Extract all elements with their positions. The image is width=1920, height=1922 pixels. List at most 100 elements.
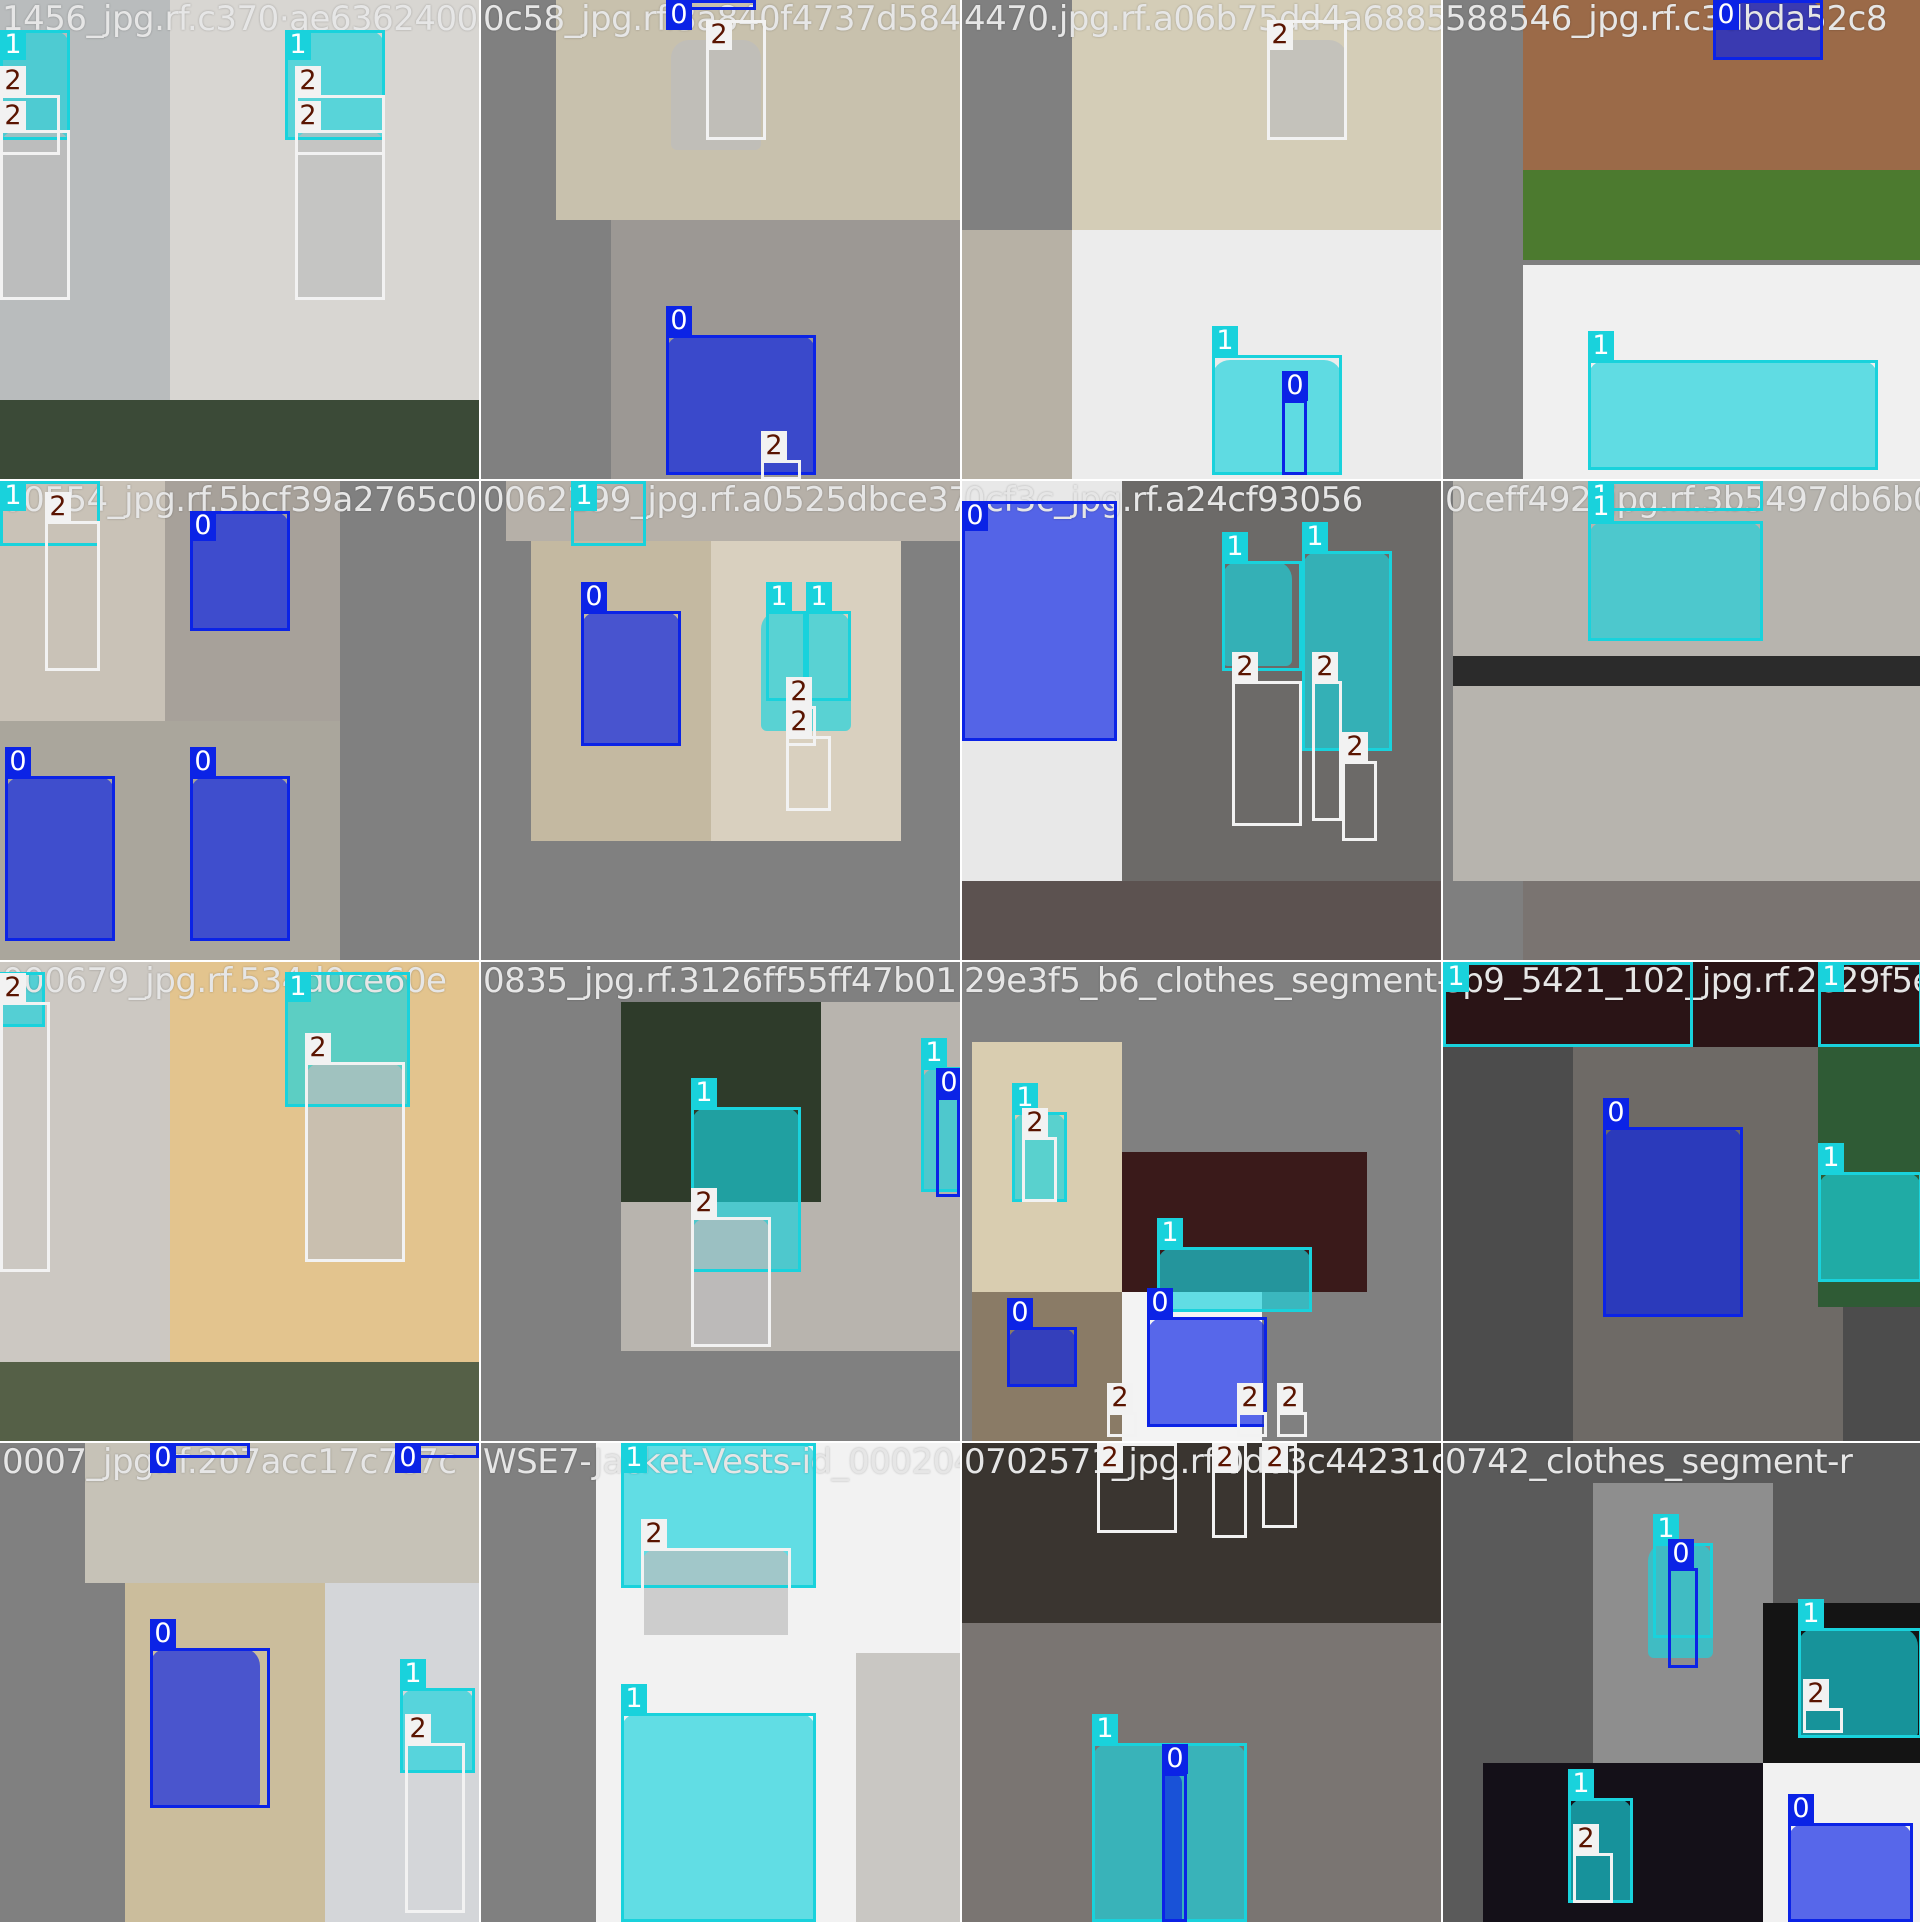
bounding-box: 0: [962, 501, 1117, 741]
class-label-tag: 0: [1668, 1539, 1694, 1569]
class-label-tag: 0: [190, 511, 216, 541]
mosaic-tile: 0c58_jpg.rf.3a840f4737d58478900202: [481, 0, 960, 479]
class-label-tag: 1: [1818, 1143, 1844, 1173]
class-label-tag: 2: [786, 677, 812, 707]
bounding-box: 2: [1573, 1824, 1613, 1903]
class-label-tag: 1: [1588, 331, 1614, 361]
class-label-tag: 0: [395, 1443, 421, 1473]
class-label-tag: 0: [936, 1068, 960, 1098]
class-label-tag: 2: [0, 973, 26, 1003]
photo-region: [1523, 881, 1920, 960]
mosaic-tile: 0ceff492_jpg.rf.3b5497db6b0b11: [1443, 481, 1920, 960]
class-label-tag: 1: [0, 481, 26, 511]
bounding-box: 0: [581, 582, 681, 746]
class-label-tag: 2: [1262, 1443, 1288, 1473]
bounding-box: 2: [1097, 1443, 1177, 1533]
class-label-tag: 1: [1212, 326, 1238, 356]
class-label-tag: 2: [405, 1714, 431, 1744]
class-label-tag: 2: [706, 20, 732, 50]
bounding-box: 2: [1232, 652, 1302, 826]
class-label-tag: 1: [1588, 492, 1614, 522]
class-label-tag: 1: [1092, 1714, 1118, 1744]
class-label-tag: 0: [1007, 1298, 1033, 1328]
class-label-tag: 2: [1803, 1679, 1829, 1709]
bounding-box: 0: [150, 1619, 270, 1808]
bounding-box: 1: [1212, 326, 1342, 475]
class-label-tag: 2: [1097, 1443, 1123, 1473]
tile-filename: 29e3f5_b6_clothes_segment-r: [964, 962, 1441, 1001]
bounding-box: 2: [691, 1188, 771, 1347]
class-label-tag: 2: [1573, 1824, 1599, 1854]
class-label-tag: 2: [0, 101, 26, 131]
class-label-tag: 2: [641, 1519, 667, 1549]
bounding-box: 2: [295, 101, 385, 300]
class-label-tag: 0: [666, 0, 692, 30]
bounding-box: 0: [1603, 1098, 1743, 1317]
class-label-tag: 2: [295, 101, 321, 131]
bounding-box: 0: [190, 511, 290, 631]
mosaic-tile: 0742_clothes_segment-r 1 0 1 2 1 2 0: [1443, 1443, 1920, 1922]
class-label-tag: 2: [1277, 1383, 1303, 1413]
class-label-tag: 2: [0, 66, 26, 96]
class-label-tag: 1: [0, 30, 26, 60]
class-label-tag: 2: [1312, 652, 1338, 682]
tile-filename: 0742_clothes_segment-r: [1445, 1443, 1853, 1482]
bounding-box: 2: [1022, 1108, 1057, 1202]
bounding-box: 1: [1443, 962, 1693, 1047]
class-label-tag: 0: [150, 1443, 176, 1473]
class-label-tag: 0: [1788, 1794, 1814, 1824]
class-label-tag: 1: [285, 30, 311, 60]
bounding-box: 1: [1588, 492, 1763, 641]
bounding-box: 2: [1262, 1443, 1297, 1528]
class-label-tag: 2: [761, 431, 787, 461]
class-label-tag: 1: [1818, 962, 1844, 992]
class-label-tag: 0: [581, 582, 607, 612]
class-label-tag: 2: [1232, 652, 1258, 682]
class-label-tag: 2: [1022, 1108, 1048, 1138]
bounding-box: 2: [0, 973, 50, 1272]
mosaic-tile: 0cf3c_jpg.rf.a24cf93056 0 1 1 2 2 2: [962, 481, 1441, 960]
class-label-tag: 2: [45, 492, 71, 522]
bounding-box: 0: [666, 0, 756, 30]
mosaic-tile: 29e3f5_b6_clothes_segment-r 1 2 1 0 0 2 2 2: [962, 962, 1441, 1441]
class-label-tag: 0: [190, 747, 216, 777]
class-label-tag: 1: [766, 582, 792, 612]
bounding-box: 0: [1668, 1539, 1698, 1668]
photo-region: [856, 1653, 960, 1922]
class-label-tag: 1: [1302, 522, 1328, 552]
bounding-box: 0: [190, 747, 290, 941]
bounding-box: 1: [1818, 962, 1920, 1047]
class-label-tag: 0: [5, 747, 31, 777]
bounding-box: 0: [395, 1443, 479, 1473]
photo-region: [1453, 656, 1920, 686]
bounding-box: 1: [1157, 1218, 1312, 1312]
bounding-box: 0: [1788, 1794, 1913, 1922]
bounding-box: 1: [1818, 1143, 1920, 1282]
bounding-box: 0: [150, 1443, 250, 1473]
bounding-box: 2: [1803, 1679, 1843, 1733]
bounding-box: 2: [45, 492, 100, 671]
photo-region: [1523, 170, 1920, 260]
bounding-box: 0: [666, 306, 816, 475]
mosaic-tile: 0702571_jpg.rf.0d03c44231d35fc022210: [962, 1443, 1441, 1922]
mosaic-tile: 4470.jpg.rf.a06b75dd4a68854e 2 1 0: [962, 0, 1441, 479]
mosaic-tile: 000679_jpg.rf.534d0ce60e1212: [0, 962, 479, 1441]
class-label-tag: 1: [1157, 1218, 1183, 1248]
class-label-tag: 2: [1237, 1383, 1263, 1413]
mosaic-tile: 588546_jpg.rf.c3dbda52c8 0 1: [1443, 0, 1920, 479]
class-label-tag: 1: [1443, 962, 1469, 992]
mosaic-tile: 1456_jpg.rf.c370·ae6362400a58121222: [0, 0, 479, 479]
bounding-box: 0: [1162, 1744, 1188, 1922]
class-label-tag: 2: [1212, 1443, 1238, 1473]
bounding-box: 1: [621, 1684, 816, 1922]
class-label-tag: 1: [621, 1443, 647, 1473]
class-label-tag: 1: [921, 1038, 947, 1068]
class-label-tag: 1: [1798, 1599, 1824, 1629]
photo-region: [962, 881, 1441, 960]
bounding-box: 0: [1282, 371, 1308, 475]
bounding-box: 2: [405, 1714, 465, 1913]
bounding-box: 2: [1312, 652, 1342, 821]
bounding-box: 2: [1237, 1383, 1267, 1437]
bounding-box: 2: [1267, 20, 1347, 140]
class-label-tag: 0: [150, 1619, 176, 1649]
